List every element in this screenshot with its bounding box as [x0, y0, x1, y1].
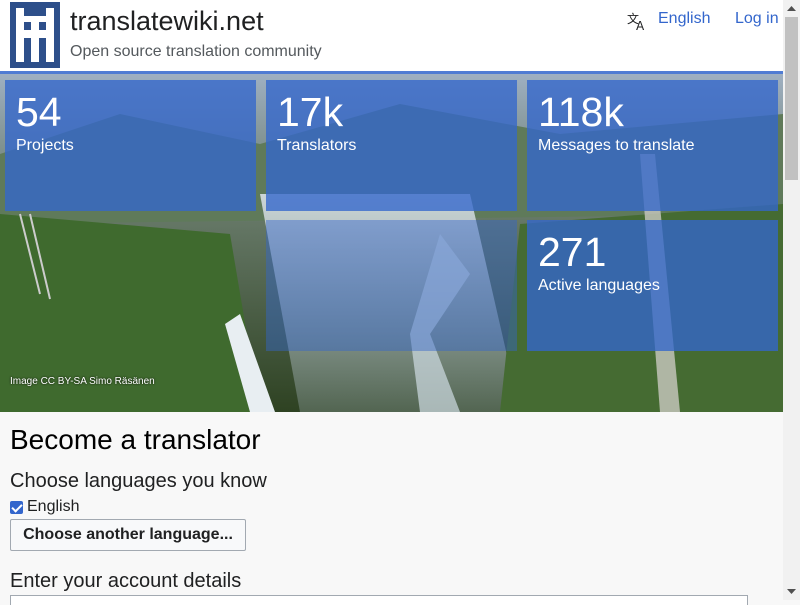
translatewiki-logo-icon[interactable] — [10, 2, 60, 68]
stat-label: Messages to translate — [538, 137, 695, 154]
choose-language-button[interactable]: Choose another language... — [10, 519, 246, 551]
site-header: translatewiki.net Open source translatio… — [0, 0, 783, 74]
stat-value: 271 — [538, 229, 607, 275]
stat-tile-messages[interactable]: 118k Messages to translate — [527, 80, 778, 211]
language-selector-link[interactable]: English — [658, 10, 710, 28]
stat-label: Active languages — [538, 277, 660, 294]
stat-value: 17k — [277, 89, 344, 135]
scroll-up-arrow-icon[interactable] — [783, 0, 800, 17]
vertical-scrollbar[interactable] — [783, 0, 800, 600]
page-title: Become a translator — [10, 424, 261, 455]
image-credit: Image CC BY-SA Simo Räsänen — [10, 376, 155, 387]
language-checkbox[interactable] — [10, 500, 23, 514]
site-tagline: Open source translation community — [70, 43, 322, 60]
scrollbar-thumb[interactable] — [785, 17, 798, 180]
signup-section: Become a translator Choose languages you… — [0, 412, 783, 605]
username-field[interactable] — [10, 595, 748, 605]
stat-value: 54 — [16, 89, 62, 135]
stat-value: 118k — [538, 89, 624, 135]
site-title[interactable]: translatewiki.net — [70, 6, 264, 37]
stat-tile-translators[interactable]: 17k Translators — [266, 80, 517, 211]
languages-heading: Choose languages you know — [10, 470, 267, 492]
language-checkbox-label[interactable]: English — [27, 498, 79, 516]
svg-text:A: A — [636, 19, 645, 32]
stat-label: Translators — [277, 137, 357, 154]
scroll-down-arrow-icon[interactable] — [783, 583, 800, 600]
stat-tile-languages[interactable]: 271 Active languages — [527, 220, 778, 351]
language-option-row[interactable]: English — [10, 498, 79, 516]
stat-label: Projects — [16, 137, 74, 154]
login-link[interactable]: Log in — [735, 10, 779, 28]
hero-banner: 54 Projects 17k Translators 118k Message… — [0, 74, 783, 412]
blank-tile — [266, 220, 517, 351]
stat-tile-projects[interactable]: 54 Projects — [5, 80, 256, 211]
translate-icon[interactable]: 文 A — [626, 10, 648, 32]
account-details-heading: Enter your account details — [10, 570, 242, 592]
